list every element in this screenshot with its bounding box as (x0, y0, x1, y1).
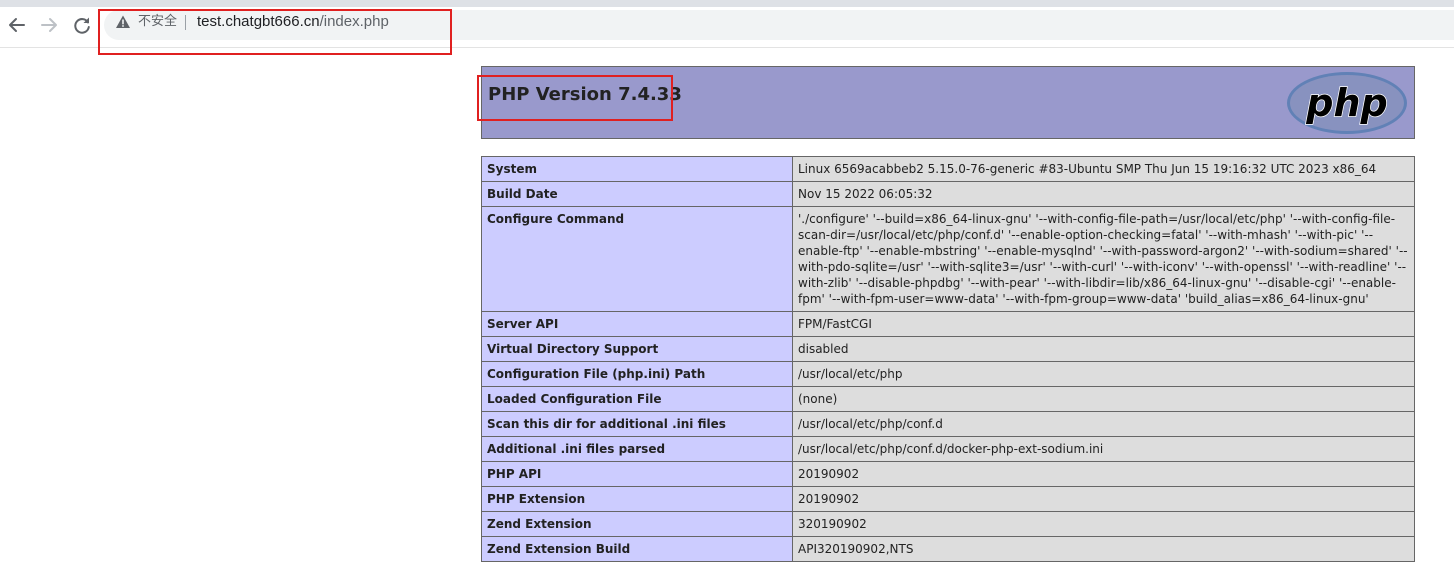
table-row: Virtual Directory Support disabled (481, 336, 1415, 362)
row-label: Zend Extension (481, 511, 793, 537)
row-label: Build Date (481, 181, 793, 207)
row-value: FPM/FastCGI (792, 311, 1415, 337)
row-label: PHP Extension (481, 486, 793, 512)
php-logo[interactable]: php (1286, 71, 1408, 140)
reload-icon[interactable] (70, 13, 94, 37)
row-label: PHP API (481, 461, 793, 487)
row-value: Linux 6569acabbeb2 5.15.0-76-generic #83… (792, 156, 1415, 182)
warning-triangle-icon[interactable] (115, 14, 131, 30)
table-row: PHP API 20190902 (481, 461, 1415, 487)
page-title: PHP Version 7.4.33 (488, 84, 682, 105)
table-row: Configuration File (php.ini) Path/usr/lo… (481, 361, 1415, 387)
row-value: API320190902,NTS (792, 536, 1415, 562)
row-value: /usr/local/etc/php (792, 361, 1415, 387)
table-row: System Linux 6569acabbeb2 5.15.0-76-gener… (481, 156, 1415, 182)
row-value: /usr/local/etc/php/conf.d (792, 411, 1415, 437)
row-label: Configure Command (481, 206, 793, 312)
row-value: disabled (792, 336, 1415, 362)
forward-arrow-icon[interactable] (37, 13, 61, 37)
row-value: Nov 15 2022 06:05:32 (792, 181, 1415, 207)
table-row: PHP Extension 20190902 (481, 486, 1415, 512)
back-arrow-icon[interactable] (5, 13, 29, 37)
row-label: Loaded Configuration File (481, 386, 793, 412)
tab-strip (0, 0, 1454, 7)
row-value: 320190902 (792, 511, 1415, 537)
php-logo-text: php (1305, 81, 1387, 125)
table-row: Build Date Nov 15 2022 06:05:32 (481, 181, 1415, 207)
security-status-label[interactable]: 不安全 (138, 13, 177, 31)
table-row: Loaded Configuration File (none) (481, 386, 1415, 412)
table-row: Configure Command './configure' '--build=… (481, 206, 1415, 312)
php-info-table: System Linux 6569acabbeb2 5.15.0-76-gener… (481, 156, 1415, 562)
row-label: Virtual Directory Support (481, 336, 793, 362)
row-value: /usr/local/etc/php/conf.d/docker-php-ext… (792, 436, 1415, 462)
php-info-header: PHP Version 7.4.33 php (481, 66, 1415, 139)
row-label: Server API (481, 311, 793, 337)
url-divider (185, 15, 186, 30)
table-row: Zend Extension Build API320190902,NTS (481, 536, 1415, 562)
row-value: './configure' '--build=x86_64-linux-gnu'… (792, 206, 1415, 312)
url-text[interactable]: test.chatgbt666.cn/index.php (197, 12, 389, 32)
table-row: Additional .ini files parsed/usr/local/e… (481, 436, 1415, 462)
row-label: Additional .ini files parsed (481, 436, 793, 462)
row-label: Configuration File (php.ini) Path (481, 361, 793, 387)
table-row: Zend Extension 320190902 (481, 511, 1415, 537)
table-row: Server API FPM/FastCGI (481, 311, 1415, 337)
url-host: test.chatgbt666.cn (197, 13, 320, 30)
row-value: (none) (792, 386, 1415, 412)
row-value: 20190902 (792, 486, 1415, 512)
url-path: /index.php (319, 13, 389, 30)
row-value: 20190902 (792, 461, 1415, 487)
row-label: System (481, 156, 793, 182)
row-label: Scan this dir for additional .ini files (481, 411, 793, 437)
table-row: Scan this dir for additional .ini files /… (481, 411, 1415, 437)
row-label: Zend Extension Build (481, 536, 793, 562)
